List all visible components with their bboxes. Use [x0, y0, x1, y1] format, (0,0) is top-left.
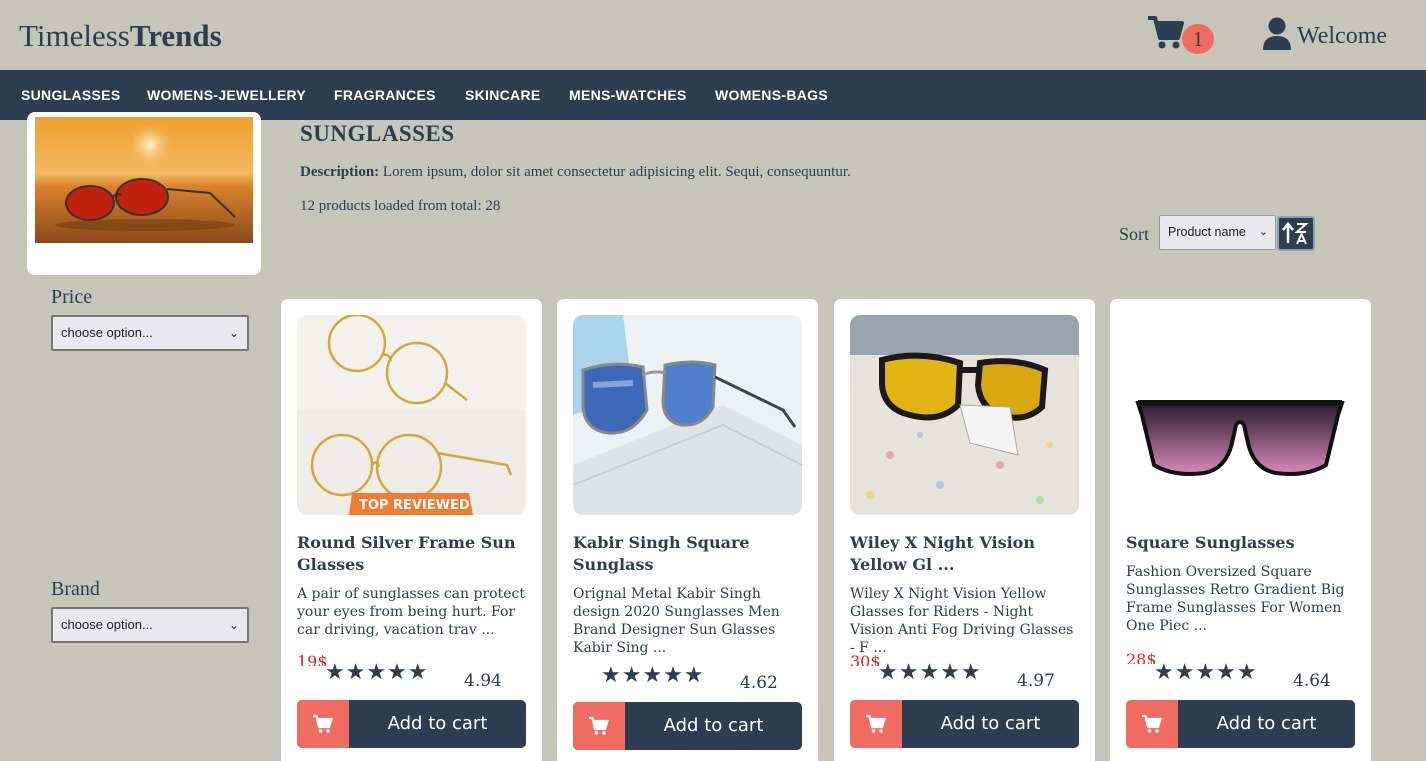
- top-header: TimelessTrends 1 Welcome: [0, 0, 1426, 70]
- welcome-text: Welcome: [1297, 23, 1388, 49]
- cart-icon-box: [297, 700, 349, 748]
- product-price: 19$: [297, 652, 328, 666]
- product-description: Orignal Metal Kabir Singh design 2020 Su…: [573, 586, 780, 656]
- product-description: Fashion Oversized Square Sunglasses Retr…: [1126, 564, 1345, 634]
- shopping-cart-icon: [1142, 714, 1162, 733]
- product-image[interactable]: [573, 315, 802, 515]
- product-name[interactable]: Round Silver Frame Sun Glasses: [297, 532, 527, 576]
- product-name[interactable]: Kabir Singh Square Sunglass: [573, 532, 803, 576]
- add-to-cart-button[interactable]: Add to cart: [297, 700, 526, 748]
- category-description: Description: Lorem ipsum, dolor sit amet…: [300, 164, 851, 181]
- shopping-cart-icon: [1148, 16, 1184, 49]
- nav-item-fragrances[interactable]: FRAGRANCES: [334, 70, 436, 120]
- sort-direction-button[interactable]: [1277, 216, 1315, 251]
- price-filter-label: Price: [51, 286, 93, 308]
- shopping-cart-icon: [313, 714, 333, 733]
- chevron-down-icon: ⌄: [228, 326, 239, 340]
- product-card[interactable]: Kabir Singh Square Sunglass Orignal Meta…: [557, 299, 818, 761]
- sort-select[interactable]: Product name ⌄: [1159, 215, 1276, 250]
- category-title: SUNGLASSES: [300, 121, 455, 146]
- chevron-down-icon: ⌄: [228, 618, 239, 632]
- star-rating-icon: ★★★★★: [601, 663, 705, 688]
- product-rating: 4.62: [740, 673, 778, 693]
- add-to-cart-label: Add to cart: [940, 713, 1041, 734]
- logo-bold: Trends: [129, 18, 222, 53]
- description-label: Description:: [300, 164, 380, 180]
- top-reviewed-badge: TOP REVIEWED: [359, 498, 470, 513]
- product-card[interactable]: Square Sunglasses Fashion Oversized Squa…: [1110, 299, 1371, 761]
- brand-filter-select[interactable]: choose option... ⌄: [51, 607, 249, 643]
- brand-filter-label: Brand: [51, 578, 100, 600]
- sort-alpha-up-icon: [1282, 222, 1309, 245]
- product-rating: 4.97: [1017, 671, 1055, 691]
- cart-icon-box: [573, 702, 625, 750]
- product-image[interactable]: [850, 315, 1079, 515]
- add-to-cart-button[interactable]: Add to cart: [850, 700, 1079, 748]
- chevron-down-icon: ⌄: [1258, 226, 1268, 238]
- product-price: 30$: [850, 652, 881, 666]
- brand-filter-value: choose option...: [61, 617, 153, 632]
- site-logo[interactable]: TimelessTrends: [19, 18, 222, 54]
- product-description: A pair of sunglasses can protect your ey…: [297, 586, 525, 638]
- shopping-cart-icon: [589, 716, 609, 735]
- add-to-cart-button[interactable]: Add to cart: [573, 702, 802, 750]
- product-price: 28$: [1126, 650, 1157, 664]
- product-name[interactable]: Wiley X Night Vision Yellow Gl ...: [850, 532, 1080, 576]
- product-description: Wiley X Night Vision Yellow Glasses for …: [850, 586, 1074, 656]
- cart-icon-box: [1126, 700, 1178, 748]
- add-to-cart-button[interactable]: Add to cart: [1126, 700, 1355, 748]
- product-image[interactable]: [1126, 315, 1355, 515]
- price-filter-select[interactable]: choose option... ⌄: [51, 315, 249, 351]
- cart-button[interactable]: 1: [1146, 14, 1216, 56]
- star-rating-icon: ★★★★★: [325, 660, 429, 685]
- add-to-cart-label: Add to cart: [1216, 713, 1317, 734]
- sort-selected-value: Product name: [1168, 225, 1246, 239]
- product-image[interactable]: TOP REVIEWED: [297, 315, 526, 515]
- product-name[interactable]: Square Sunglasses: [1126, 532, 1356, 554]
- product-card[interactable]: TOP REVIEWED Round Silver Frame Sun Glas…: [281, 299, 542, 761]
- category-banner-image: [27, 112, 261, 275]
- add-to-cart-label: Add to cart: [387, 713, 488, 734]
- product-card[interactable]: Wiley X Night Vision Yellow Gl ... Wiley…: [834, 299, 1095, 761]
- product-rating: 4.94: [464, 671, 502, 691]
- nav-item-skincare[interactable]: SKINCARE: [465, 70, 541, 120]
- user-icon: [1263, 17, 1291, 50]
- logo-light: Timeless: [19, 18, 130, 53]
- sort-label: Sort: [1119, 224, 1150, 244]
- star-rating-icon: ★★★★★: [878, 660, 982, 685]
- nav-item-womens-bags[interactable]: WOMENS-BAGS: [715, 70, 828, 120]
- description-text: Lorem ipsum, dolor sit amet consectetur …: [382, 164, 851, 180]
- product-rating: 4.64: [1293, 671, 1331, 691]
- shopping-cart-icon: [866, 714, 886, 733]
- cart-icon-box: [850, 700, 902, 748]
- cart-count-badge: 1: [1182, 24, 1214, 54]
- price-filter-value: choose option...: [61, 325, 153, 340]
- products-loaded-count: 12 products loaded from total: 28: [300, 198, 501, 214]
- nav-item-mens-watches[interactable]: MENS-WATCHES: [569, 70, 687, 120]
- star-rating-icon: ★★★★★: [1154, 660, 1258, 685]
- add-to-cart-label: Add to cart: [663, 715, 764, 736]
